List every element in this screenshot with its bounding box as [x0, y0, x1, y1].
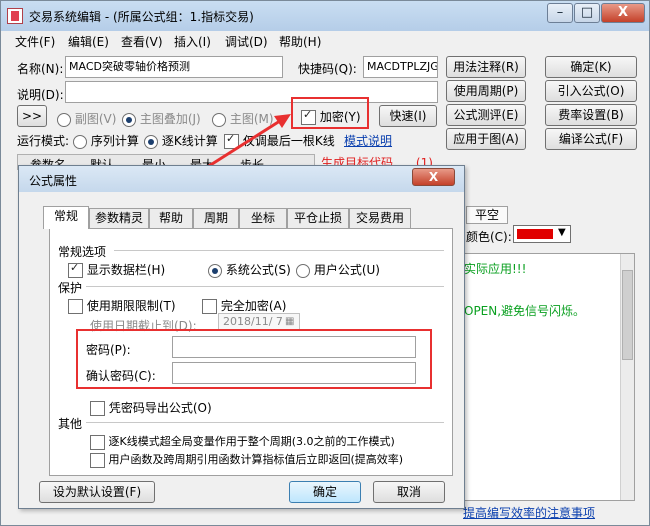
name-label: 名称(N): [17, 62, 64, 76]
menu-insert[interactable]: 插入(I) [174, 33, 211, 50]
tab-general[interactable]: 常规 [43, 206, 89, 229]
close-button[interactable]: X [601, 3, 645, 23]
window-title: 交易系统编辑 - (所属公式组：1.指标交易) [29, 10, 254, 24]
dialog-close-button[interactable]: X [412, 168, 455, 186]
chevron-down-icon: ▼ [558, 227, 566, 238]
password-label: 密码(P): [86, 343, 131, 357]
menu-bar: 文件(F) 编辑(E) 查看(V) 插入(I) 调试(D) 帮助(H) [1, 31, 649, 51]
use-period-button[interactable]: 使用周期(P) [446, 80, 526, 102]
menu-edit[interactable]: 编辑(E) [68, 33, 109, 50]
tab-trade-fee[interactable]: 交易费用 [349, 208, 411, 228]
calendar-dropdown-icon: ▦ [285, 316, 295, 327]
color-select[interactable]: ▼ [513, 225, 571, 243]
radio-icon [73, 134, 87, 149]
group-protection: 保护 [58, 281, 83, 295]
formula-editor-window: 交易系统编辑 - (所属公式组：1.指标交易) – □ X 文件(F) 编辑(E… [0, 0, 650, 526]
user-formula-radio[interactable]: 用户公式(U) [296, 261, 380, 278]
editor-line-1: 实际应用!!! [464, 262, 527, 276]
radio-icon [296, 263, 310, 278]
maximize-button[interactable]: □ [574, 3, 600, 23]
title-bar: 交易系统编辑 - (所属公式组：1.指标交易) – □ X [1, 1, 649, 31]
export-with-password-checkbox[interactable]: 凭密码导出公式(O) [90, 399, 212, 416]
description-label: 说明(D): [17, 88, 64, 102]
apply-to-chart-button[interactable]: 应用于图(A) [446, 128, 526, 150]
group-other: 其他 [58, 417, 83, 431]
minimize-button[interactable]: – [547, 3, 573, 23]
tab-period[interactable]: 周期 [193, 208, 239, 228]
sequence-calc-radio[interactable]: 序列计算 [73, 132, 139, 149]
color-label: 颜色(C): [466, 230, 512, 244]
checkbox-icon [301, 108, 316, 125]
checkbox-icon [202, 299, 217, 314]
period-limit-checkbox[interactable]: 使用期限限制(T) [68, 297, 176, 314]
description-input[interactable] [65, 81, 438, 103]
shortcut-label: 快捷码(Q): [298, 62, 357, 76]
app-icon [7, 8, 23, 24]
dialog-title-bar: 公式属性 X [19, 166, 464, 192]
tab-coordinate[interactable]: 坐标 [239, 208, 287, 228]
radio-icon [144, 134, 158, 149]
menu-view[interactable]: 查看(V) [121, 33, 163, 50]
checkbox-icon [68, 299, 83, 314]
checkbox-icon [90, 452, 105, 468]
radio-icon [122, 112, 136, 127]
tab-param-wizard[interactable]: 参数精灵 [89, 208, 149, 228]
confirm-password-input[interactable] [172, 362, 416, 384]
show-databar-checkbox[interactable]: 显示数据栏(H) [68, 261, 165, 278]
general-tab-panel: 常规选项 显示数据栏(H) 系统公式(S) 用户公式(U) 保护 使用期限限制(… [49, 228, 453, 476]
checkbox-icon [90, 434, 105, 450]
formula-properties-dialog: 公式属性 X 常规 参数精灵 帮助 周期 坐标 平仓止损 交易费用 常规选项 显… [18, 165, 465, 509]
full-encrypt-checkbox[interactable]: 完全加密(A) [202, 297, 286, 314]
dialog-title: 公式属性 [29, 174, 78, 188]
mode-help-link[interactable]: 模式说明 [344, 132, 392, 149]
encrypt-checkbox[interactable]: 加密(Y) [301, 108, 361, 125]
editor-line-2: OPEN,避免信号闪烁。 [464, 304, 586, 318]
immediate-return-checkbox[interactable]: 用户函数及跨周期引用函数计算指标值后立即返回(提高效率) [90, 451, 403, 468]
efficiency-tips-link[interactable]: 提高编写效率的注意事项 [463, 504, 595, 521]
editor-scrollbar[interactable] [620, 254, 634, 500]
tab-short-sell[interactable]: 平空 [466, 206, 508, 224]
name-input[interactable]: MACD突破零轴价格预测 [65, 56, 283, 78]
radio-icon [57, 112, 71, 127]
quick-button[interactable]: 快速(I) [379, 105, 437, 127]
confirm-password-label: 确认密码(C): [86, 369, 156, 383]
menu-file[interactable]: 文件(F) [15, 33, 55, 50]
expand-button[interactable]: >> [17, 105, 47, 127]
sub-chart-radio[interactable]: 副图(V) [57, 110, 116, 127]
tab-stop-loss[interactable]: 平仓止损 [287, 208, 349, 228]
fee-settings-button[interactable]: 费率设置(B) [545, 104, 637, 126]
formula-code-editor[interactable]: 实际应用!!! OPEN,避免信号闪烁。 [461, 253, 635, 501]
import-formula-button[interactable]: 引入公式(O) [545, 80, 637, 102]
scrollbar-thumb[interactable] [622, 270, 633, 360]
group-divider [114, 250, 444, 251]
menu-debug[interactable]: 调试(D) [225, 33, 268, 50]
group-general-options: 常规选项 [58, 245, 107, 259]
dialog-ok-button[interactable]: 确定 [289, 481, 361, 503]
set-default-button[interactable]: 设为默认设置(F) [39, 481, 155, 503]
usage-comment-button[interactable]: 用法注释(R) [446, 56, 526, 78]
checkbox-icon [68, 261, 83, 278]
password-input[interactable] [172, 336, 416, 358]
radio-icon [208, 263, 222, 278]
group-divider [86, 286, 444, 287]
color-swatch [517, 229, 553, 239]
ok-main-button[interactable]: 确定(K) [545, 56, 637, 78]
formula-test-button[interactable]: 公式测评(E) [446, 104, 526, 126]
run-mode-label: 运行模式: [17, 134, 70, 148]
shortcut-input[interactable]: MACDTPLZJGYC [363, 56, 438, 78]
dialog-cancel-button[interactable]: 取消 [373, 481, 445, 503]
tab-help[interactable]: 帮助 [149, 208, 193, 228]
group-divider [86, 422, 444, 423]
compile-formula-button[interactable]: 编译公式(F) [545, 128, 637, 150]
system-formula-radio[interactable]: 系统公式(S) [208, 261, 291, 278]
menu-help[interactable]: 帮助(H) [279, 33, 321, 50]
checkbox-icon [90, 401, 105, 416]
global-var-checkbox[interactable]: 逐K线模式超全局变量作用于整个周期(3.0之前的工作模式) [90, 433, 395, 450]
